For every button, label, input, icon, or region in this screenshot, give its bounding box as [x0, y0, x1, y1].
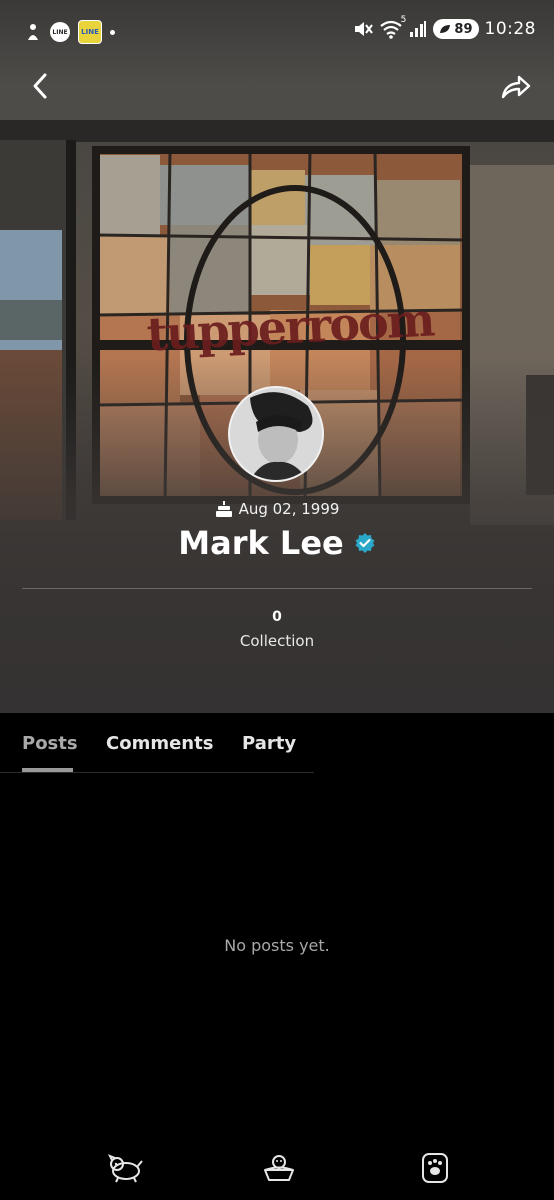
tab-party[interactable]: Party: [242, 733, 296, 754]
tab-posts[interactable]: Posts: [22, 733, 78, 754]
birthday-date: Aug 02, 1999: [238, 500, 340, 518]
avatar-photo: [230, 388, 322, 480]
chevron-left-icon: [33, 73, 47, 99]
puppy-icon: [108, 1154, 143, 1183]
mute-icon: [355, 22, 374, 36]
name-row: Mark Lee: [0, 524, 554, 562]
cover-gradient: [0, 0, 554, 713]
nav-puppy-button[interactable]: [106, 1148, 146, 1188]
status-bar: LINE LINE 5 89 10:28: [0, 0, 554, 62]
profile-tabs: Posts Comments Party: [0, 713, 554, 773]
empty-state-message: No posts yet.: [224, 936, 330, 955]
person-walking-icon: [28, 24, 38, 40]
paw-icon: [422, 1153, 448, 1183]
network-label: 5: [400, 15, 407, 25]
back-button[interactable]: [22, 68, 58, 104]
nav-bowl-button[interactable]: [259, 1148, 299, 1188]
profile-avatar[interactable]: [228, 386, 324, 482]
share-button[interactable]: [496, 68, 536, 104]
dog-bowl-icon: [264, 1155, 294, 1181]
birthday-row: Aug 02, 1999: [0, 500, 554, 518]
verified-badge-icon: [355, 533, 375, 553]
bottom-navigation: [0, 1140, 554, 1200]
wifi-icon: 5: [379, 15, 406, 39]
profile-header: [0, 0, 554, 713]
share-arrow-icon: [501, 75, 531, 99]
battery-leaf-icon: [440, 25, 451, 33]
signal-icon: [410, 21, 427, 37]
notification-app-icon: LINE: [78, 20, 102, 44]
battery-level: 89: [454, 21, 473, 37]
clock: 10:28: [484, 19, 536, 39]
tabs-divider: [0, 772, 314, 773]
more-notifications-dot: [110, 29, 115, 35]
battery-indicator: 89: [433, 19, 479, 39]
line-app-icon: LINE: [50, 22, 70, 42]
collection-count[interactable]: 0: [0, 609, 554, 625]
nav-paw-button[interactable]: [415, 1148, 455, 1188]
profile-divider: [22, 588, 532, 589]
tab-comments[interactable]: Comments: [106, 733, 213, 754]
birthday-cake-icon: [215, 501, 232, 517]
profile-name: Mark Lee: [178, 524, 344, 562]
collection-label[interactable]: Collection: [0, 632, 554, 650]
